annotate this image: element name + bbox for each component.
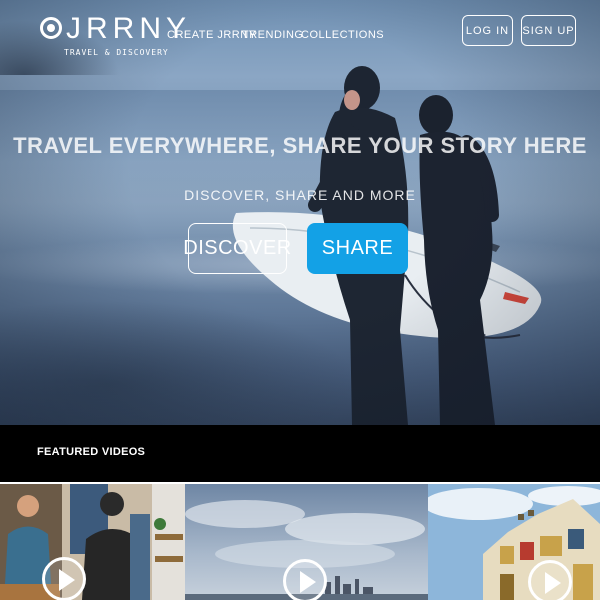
video-thumbnail-building — [428, 484, 600, 600]
discover-button[interactable]: DISCOVER — [183, 223, 291, 274]
video-card-city[interactable] — [185, 484, 428, 600]
video-thumbnail-people — [0, 484, 185, 600]
hero-subheadline: DISCOVER, SHARE AND MORE — [184, 187, 416, 203]
hero-headline: TRAVEL EVERYWHERE, SHARE YOUR STORY HERE — [13, 133, 587, 158]
hero-banner: JRRNY TRAVEL & DISCOVERY CREATE JRRNY TR… — [0, 0, 600, 425]
signup-button[interactable]: SIGN UP — [521, 15, 576, 46]
brand-tagline: TRAVEL & DISCOVERY — [64, 48, 169, 57]
eye-icon — [40, 17, 62, 39]
top-navigation: JRRNY TRAVEL & DISCOVERY CREATE JRRNY TR… — [0, 0, 600, 70]
play-icon[interactable] — [528, 560, 572, 600]
video-card-building[interactable] — [428, 484, 600, 600]
share-button[interactable]: SHARE — [307, 223, 408, 274]
nav-trending[interactable]: TRENDING — [242, 29, 303, 41]
featured-videos-bar: FEATURED VIDEOS — [0, 425, 600, 482]
play-icon[interactable] — [42, 557, 86, 600]
featured-videos-title: FEATURED VIDEOS — [37, 446, 146, 458]
nav-collections[interactable]: COLLECTIONS — [301, 29, 384, 41]
play-icon[interactable] — [283, 559, 327, 600]
video-card-people[interactable] — [0, 484, 185, 600]
featured-videos-strip — [0, 482, 600, 600]
login-button[interactable]: LOG IN — [462, 15, 513, 46]
brand-logo[interactable]: JRRNY TRAVEL & DISCOVERY — [40, 14, 186, 64]
